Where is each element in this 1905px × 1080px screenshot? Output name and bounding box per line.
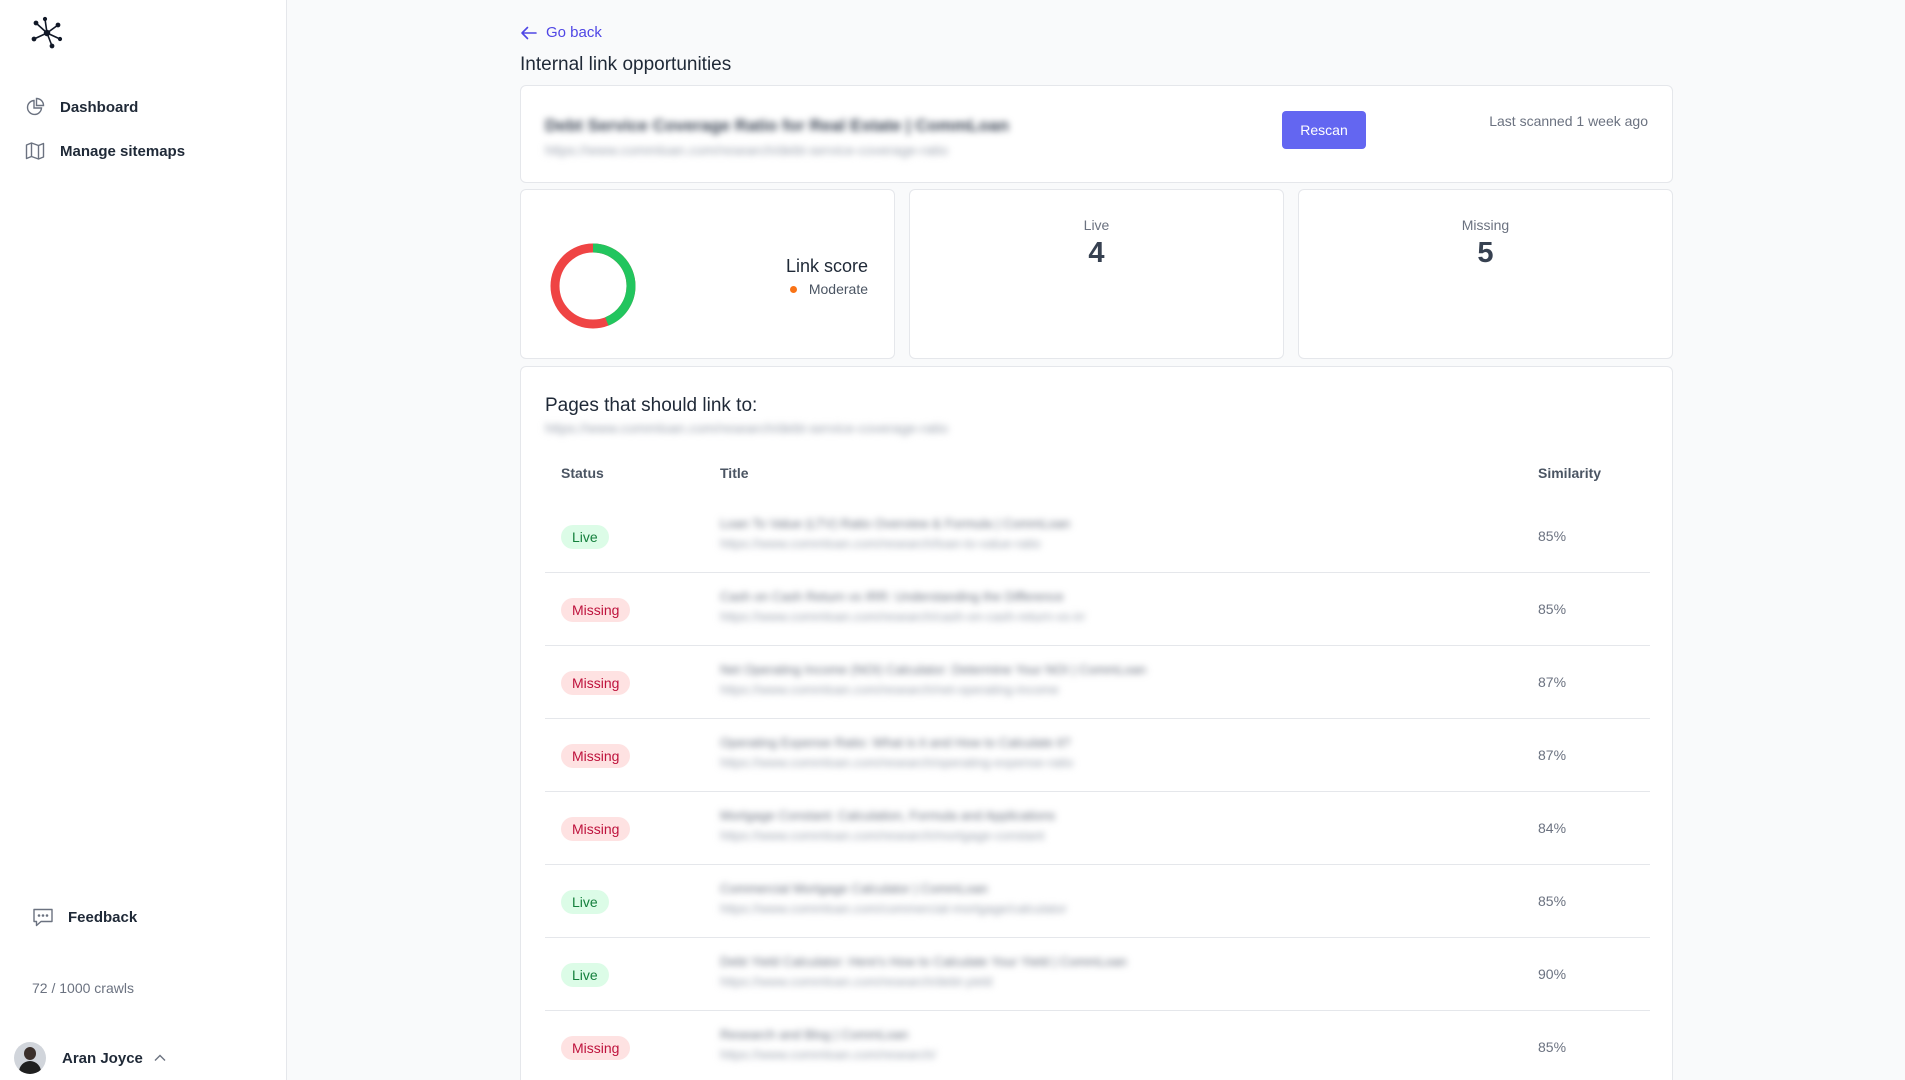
row-page-url[interactable]: https://www.commloan.com/research/net-op…	[720, 682, 1059, 697]
table-header: Status Title Similarity	[545, 465, 1650, 489]
status-badge: Live	[561, 890, 609, 914]
page-summary-card: Debt Service Coverage Ratio for Real Est…	[520, 85, 1673, 183]
row-page-title[interactable]: Research and Blog | CommLoan	[720, 1027, 908, 1042]
user-name: Aran Joyce	[62, 1049, 143, 1067]
sidebar-item-label: Dashboard	[60, 98, 139, 116]
table-row[interactable]: Live Commercial Mortgage Calculator | Com…	[545, 865, 1650, 938]
status-badge: Live	[561, 963, 609, 987]
live-count-value: 4	[1088, 237, 1105, 269]
link-score-donut	[550, 243, 636, 329]
network-logo-icon[interactable]	[30, 16, 64, 50]
link-score-label: Link score	[785, 256, 868, 276]
column-header-title[interactable]: Title	[720, 465, 749, 481]
row-page-title[interactable]: Mortgage Constant: Calculation, Formula …	[720, 808, 1055, 823]
go-back-link[interactable]: Go back	[520, 24, 602, 41]
last-scanned-text: Last scanned 1 week ago	[1489, 113, 1648, 129]
status-badge: Missing	[561, 598, 631, 622]
table-row[interactable]: Missing Operating Expense Ratio: What is …	[545, 719, 1650, 792]
crawl-count: 72 / 1000 crawls	[32, 980, 134, 996]
link-score-status-text: Moderate	[808, 281, 868, 297]
row-page-url[interactable]: https://www.commloan.com/research/cash-o…	[720, 609, 1086, 624]
analyzed-page-title: Debt Service Coverage Ratio for Real Est…	[545, 116, 1009, 135]
rescan-button[interactable]: Rescan	[1282, 111, 1366, 149]
avatar	[14, 1042, 46, 1074]
row-similarity: 90%	[1538, 966, 1567, 982]
map-icon	[24, 140, 46, 162]
status-dot-icon	[789, 285, 797, 293]
live-count-label: Live	[1083, 217, 1110, 233]
table-row[interactable]: Missing Net Operating Income (NOI) Calcul…	[545, 646, 1650, 719]
row-page-url[interactable]: https://www.commloan.com/research/debt-y…	[720, 974, 992, 989]
table-row[interactable]: Live Loan To Value (LTV) Ratio Overview &…	[545, 500, 1650, 573]
status-badge: Missing	[561, 744, 631, 768]
analyzed-page-url[interactable]: https://www.commloan.com/research/debt-s…	[545, 142, 948, 158]
row-page-url[interactable]: https://www.commloan.com/research/	[720, 1047, 936, 1062]
sidebar-item-dashboard[interactable]: Dashboard	[24, 92, 264, 122]
row-page-title[interactable]: Commercial Mortgage Calculator | CommLoa…	[720, 881, 988, 896]
missing-count-card: Missing 5	[1298, 189, 1673, 359]
feedback-button[interactable]: Feedback	[32, 906, 137, 928]
row-similarity: 85%	[1538, 528, 1567, 544]
pie-chart-icon	[24, 96, 46, 118]
row-similarity: 87%	[1538, 747, 1567, 763]
row-page-title[interactable]: Cash on Cash Return vs IRR: Understandin…	[720, 589, 1064, 604]
table-row[interactable]: Missing Cash on Cash Return vs IRR: Under…	[545, 573, 1650, 646]
sidebar-nav: Dashboard Manage sitemaps	[24, 92, 264, 180]
feedback-label: Feedback	[68, 908, 138, 926]
row-similarity: 84%	[1538, 820, 1567, 836]
chevron-up-icon	[153, 1051, 167, 1065]
status-badge: Live	[561, 525, 609, 549]
row-page-title[interactable]: Net Operating Income (NOI) Calculator: D…	[720, 662, 1146, 677]
table-title: Pages that should link to:	[545, 395, 758, 416]
row-similarity: 85%	[1538, 1039, 1567, 1055]
table-row[interactable]: Missing Research and Blog | CommLoan https…	[545, 1011, 1650, 1080]
row-page-title[interactable]: Loan To Value (LTV) Ratio Overview & For…	[720, 516, 1070, 531]
row-page-url[interactable]: https://www.commloan.com/research/loan-t…	[720, 536, 1041, 551]
user-menu[interactable]: Aran Joyce	[14, 1042, 167, 1074]
page-title: Internal link opportunities	[520, 54, 732, 75]
status-badge: Missing	[561, 1036, 631, 1060]
missing-count-value: 5	[1477, 237, 1494, 269]
sidebar-item-label: Manage sitemaps	[60, 142, 186, 160]
table-target-url: https://www.commloan.com/research/debt-s…	[545, 420, 949, 436]
table-body: Live Loan To Value (LTV) Ratio Overview &…	[545, 500, 1650, 1080]
column-header-status[interactable]: Status	[561, 465, 604, 481]
row-similarity: 85%	[1538, 893, 1567, 909]
status-badge: Missing	[561, 817, 631, 841]
go-back-label: Go back	[546, 24, 602, 41]
table-row[interactable]: Live Debt Yield Calculator: Here's How to…	[545, 938, 1650, 1011]
row-page-title[interactable]: Debt Yield Calculator: Here's How to Cal…	[720, 954, 1127, 969]
link-score-status: Moderate	[789, 281, 868, 297]
row-similarity: 87%	[1538, 674, 1567, 690]
column-header-similarity[interactable]: Similarity	[1538, 465, 1601, 481]
row-page-title[interactable]: Operating Expense Ratio: What is it and …	[720, 735, 1070, 750]
sidebar: Dashboard Manage sitemaps Feedback 72 / …	[0, 0, 287, 1080]
link-opportunities-card: Pages that should link to: https://www.c…	[520, 366, 1673, 1080]
row-similarity: 85%	[1538, 601, 1567, 617]
table-row[interactable]: Missing Mortgage Constant: Calculation, F…	[545, 792, 1650, 865]
status-badge: Missing	[561, 671, 631, 695]
chat-bubble-icon	[32, 906, 54, 928]
row-page-url[interactable]: https://www.commloan.com/research/operat…	[720, 755, 1073, 770]
missing-count-label: Missing	[1461, 217, 1510, 233]
row-page-url[interactable]: https://www.commloan.com/research/mortga…	[720, 828, 1044, 843]
live-count-card: Live 4	[909, 189, 1284, 359]
link-score-card: Link score Moderate	[520, 189, 895, 359]
row-page-url[interactable]: https://www.commloan.com/commercial-mort…	[720, 901, 1067, 916]
arrow-left-icon	[521, 26, 537, 39]
sidebar-item-manage-sitemaps[interactable]: Manage sitemaps	[24, 136, 264, 166]
